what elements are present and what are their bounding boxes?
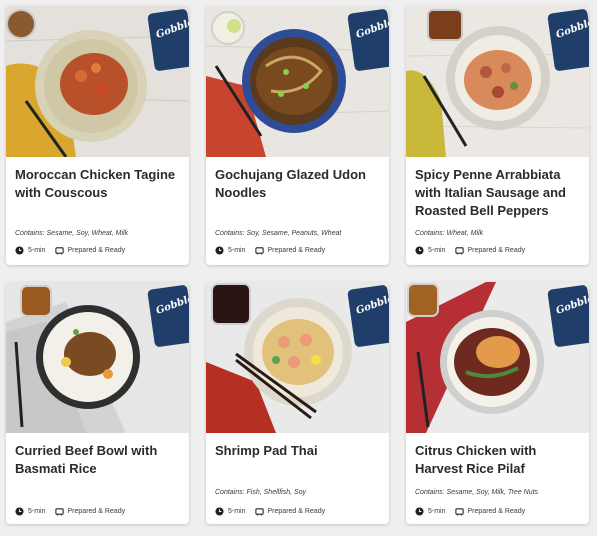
clock-icon [15, 245, 24, 255]
prep-time: 5-min [228, 246, 246, 254]
allergen-text: Contains: Fish, Shellfish, Soy [215, 489, 307, 496]
prep-time: 5-min [28, 507, 46, 515]
meal-title[interactable]: Spicy Penne Arrabbiata with Italian Saus… [415, 166, 581, 220]
meal-photo[interactable]: Gobble [6, 282, 189, 433]
meal-title[interactable]: Curried Beef Bowl with Basmati Rice [15, 442, 181, 478]
pan-icon [254, 507, 264, 516]
pan-icon [54, 507, 64, 516]
meal-photo[interactable]: Gobble [406, 6, 589, 157]
meal-card[interactable]: Gobble Gochujang Glazed Udon Noodles Con… [206, 6, 389, 265]
pan-icon [454, 246, 464, 255]
pan-icon [454, 507, 464, 516]
prep-status: Prepared & Ready [67, 507, 126, 515]
meal-card[interactable]: Gobble Citrus Chicken with Harvest Rice … [406, 282, 589, 524]
meal-photo[interactable]: Gobble [406, 282, 589, 433]
prep-time: 5-min [428, 246, 446, 254]
prep-status: Prepared & Ready [467, 246, 526, 254]
prep-time: 5-min [28, 246, 46, 254]
meal-meta: 5-min Prepared & Ready [415, 506, 525, 516]
allergen-text: Contains: Soy, Sesame, Peanuts, Wheat [215, 230, 342, 237]
prep-status: Prepared & Ready [467, 507, 526, 515]
meal-meta: 5-min Prepared & Ready [215, 506, 325, 516]
pan-icon [54, 246, 64, 255]
prep-status: Prepared & Ready [267, 507, 326, 515]
meal-meta: 5-min Prepared & Ready [15, 245, 125, 255]
clock-icon [15, 506, 24, 516]
meal-meta: 5-min Prepared & Ready [415, 245, 525, 255]
prep-time: 5-min [228, 507, 246, 515]
meal-title[interactable]: Citrus Chicken with Harvest Rice Pilaf [415, 442, 581, 478]
meal-photo[interactable]: Gobble [206, 6, 389, 157]
meal-photo[interactable]: Gobble [206, 282, 389, 433]
allergen-text: Contains: Sesame, Soy, Wheat, Milk [15, 230, 129, 237]
meal-photo[interactable]: Gobble [6, 6, 189, 157]
meal-grid: Gobble Moroccan Chicken Tagine with Cous… [0, 0, 597, 536]
allergen-text: Contains: Sesame, Soy, Milk, Tree Nuts [415, 489, 539, 496]
clock-icon [215, 506, 224, 516]
meal-title[interactable]: Gochujang Glazed Udon Noodles [215, 166, 381, 202]
prep-status: Prepared & Ready [267, 246, 326, 254]
meal-card[interactable]: Gobble Shrimp Pad Thai Contains: Fish, S… [206, 282, 389, 524]
pan-icon [254, 246, 264, 255]
meal-title[interactable]: Moroccan Chicken Tagine with Couscous [15, 166, 181, 202]
meal-meta: 5-min Prepared & Ready [15, 506, 125, 516]
meal-title[interactable]: Shrimp Pad Thai [215, 442, 381, 460]
meal-card[interactable]: Gobble Moroccan Chicken Tagine with Cous… [6, 6, 189, 265]
meal-card[interactable]: Gobble Curried Beef Bowl with Basmati Ri… [6, 282, 189, 524]
prep-status: Prepared & Ready [67, 246, 126, 254]
meal-card[interactable]: Gobble Spicy Penne Arrabbiata with Itali… [406, 6, 589, 265]
clock-icon [415, 245, 424, 255]
clock-icon [415, 506, 424, 516]
meal-meta: 5-min Prepared & Ready [215, 245, 325, 255]
prep-time: 5-min [428, 507, 446, 515]
clock-icon [215, 245, 224, 255]
allergen-text: Contains: Wheat, Milk [415, 230, 484, 237]
